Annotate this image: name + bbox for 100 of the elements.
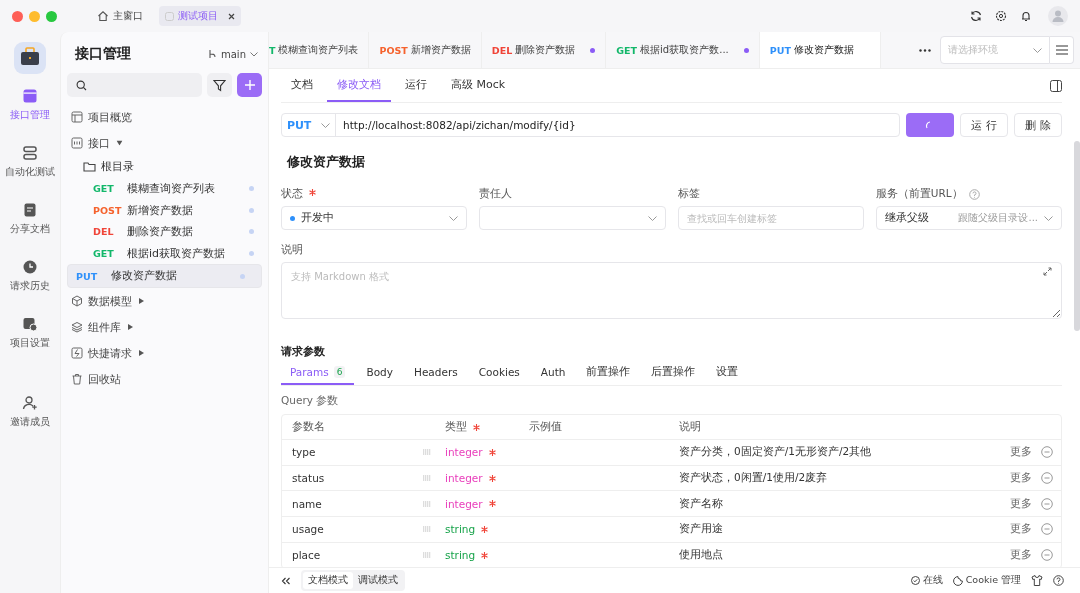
remove-icon[interactable] [1041,472,1053,485]
remove-icon[interactable] [1041,497,1053,510]
branch-selector[interactable]: main [208,48,258,60]
endpoint-item[interactable]: GET 模糊查询资产列表 [67,177,262,200]
api-icon [22,88,38,104]
tree-item[interactable]: 项目概览 [67,104,262,130]
chevron-down-icon [1044,215,1053,221]
add-button[interactable] [237,73,262,97]
document-tab[interactable]: 修改文档 [327,69,391,102]
nav-item[interactable]: 项目设置 [10,316,50,373]
cookie-button[interactable]: Cookie 管理 [952,574,1021,587]
caret-icon[interactable] [116,140,123,146]
sidebar-toggle-icon[interactable] [1050,79,1062,92]
editor-tab[interactable]: T 模糊查询资产列表 [269,32,370,68]
mode-tab[interactable]: 文档模式 [303,572,353,589]
tree-item[interactable]: 数据模型 [67,288,262,315]
parameter-tab[interactable]: 后置操作 [642,361,705,385]
minimize-button[interactable] [29,10,40,22]
nav-item[interactable]: 分享文档 [10,202,50,259]
branch-icon [208,49,217,59]
save-button[interactable] [906,113,954,137]
close-button[interactable] [12,10,23,22]
drag-handle-icon[interactable] [423,475,431,482]
type-value[interactable]: integer [445,472,483,485]
project-tab[interactable]: 测试项目 [159,6,241,26]
drag-handle-icon[interactable] [423,526,431,533]
scrollbar[interactable] [1074,141,1080,331]
drag-handle-icon[interactable] [423,449,431,456]
drag-handle-icon[interactable] [423,500,431,507]
tree-item[interactable]: 回收站 [67,366,262,393]
nav-item[interactable]: 接口管理 [10,88,50,145]
api-icon [71,137,83,149]
more-button[interactable]: 更多 [1010,445,1032,460]
drag-handle-icon[interactable] [423,552,431,559]
more-button[interactable]: 更多 [1010,471,1032,486]
caret-icon[interactable] [139,350,144,357]
editor-tab[interactable]: DEL 删除资产数据 [481,32,607,68]
home-tab[interactable]: 主窗口 [91,6,149,26]
tree-item[interactable]: 快捷请求 [67,340,262,367]
parameter-tab[interactable]: Cookies [469,361,529,385]
document-tab[interactable]: 高级 Mock [441,69,516,102]
document-tab[interactable]: 文档 [281,69,323,102]
section-heading: 请求参数 [281,345,326,359]
folder-item[interactable]: 根目录 [67,156,262,178]
owner-select[interactable] [479,206,666,230]
close-icon[interactable] [228,12,235,20]
menu-button[interactable] [1050,36,1074,64]
filter-button[interactable] [207,73,232,97]
endpoint-item[interactable]: GET 根据id获取资产数据 [67,242,262,265]
online-status[interactable]: 在线 [910,574,943,587]
chevron-down-icon [1033,47,1042,53]
endpoint-item[interactable]: POST 新增资产数据 [67,199,262,222]
endpoint-item[interactable]: DEL 删除资产数据 [67,221,262,243]
description-field[interactable]: 支持 Markdown 格式 [281,262,1062,319]
tree-item[interactable]: 组件库 [67,314,262,341]
nav-item[interactable]: 请求历史 [10,259,50,316]
editor-tab[interactable]: PUT 修改资产数据 [759,32,881,68]
search-field[interactable] [67,73,202,97]
parameter-tab[interactable]: Auth [531,361,575,385]
more-button[interactable]: 更多 [1010,548,1032,563]
document-tab[interactable]: 运行 [395,69,437,102]
remove-icon[interactable] [1041,523,1053,536]
editor-tab[interactable]: GET 根据id获取资产数... [606,32,760,68]
status-select[interactable]: 开发中 [281,206,468,230]
nav-item[interactable]: 邀请成员 [10,395,50,452]
avatar-icon[interactable] [1048,6,1068,26]
column-header: 参数名 [292,420,326,434]
endpoint-item[interactable]: PUT 修改资产数据 [67,264,262,289]
mode-tab[interactable]: 调试模式 [353,572,403,589]
remove-icon[interactable] [1041,446,1053,459]
refresh-icon[interactable] [970,10,982,22]
nav-item[interactable]: 自动化测试 [5,145,55,202]
cube-icon [71,295,83,308]
tree-item[interactable]: 接口 [67,130,262,156]
parameter-tab[interactable]: Params 6 [281,361,355,385]
settings-icon[interactable] [995,10,1007,22]
type-value[interactable]: integer [445,446,483,459]
collapse-icon[interactable] [281,576,291,585]
parameter-tab[interactable]: 前置操作 [577,361,640,385]
maximize-button[interactable] [46,10,57,22]
parameter-tab[interactable]: Body [357,361,402,385]
run-button[interactable]: 运 行 [960,113,1008,137]
remove-icon[interactable] [1041,549,1053,562]
caret-icon[interactable] [128,324,133,331]
section-label: Query 参数 [281,394,340,408]
parameter-tab[interactable]: Headers [405,361,467,385]
table-cell-text: place [292,549,322,562]
help-icon[interactable] [1053,575,1064,586]
add-user-icon [22,395,38,411]
editor-tab[interactable]: POST 新增资产数据 [369,32,482,68]
shirt-icon[interactable] [1031,575,1043,586]
bell-icon[interactable] [1020,10,1032,22]
more-button[interactable]: 更多 [1010,496,1032,511]
delete-button[interactable]: 删 除 [1014,113,1062,137]
more-button[interactable]: 更多 [1010,522,1032,537]
parameter-tab[interactable]: 设置 [707,361,748,385]
caret-icon[interactable] [139,298,144,305]
expand-icon[interactable] [1043,267,1052,276]
service-select[interactable]: 继承父级 跟随父级目录设... [875,206,1062,230]
type-value[interactable]: integer [445,497,483,510]
